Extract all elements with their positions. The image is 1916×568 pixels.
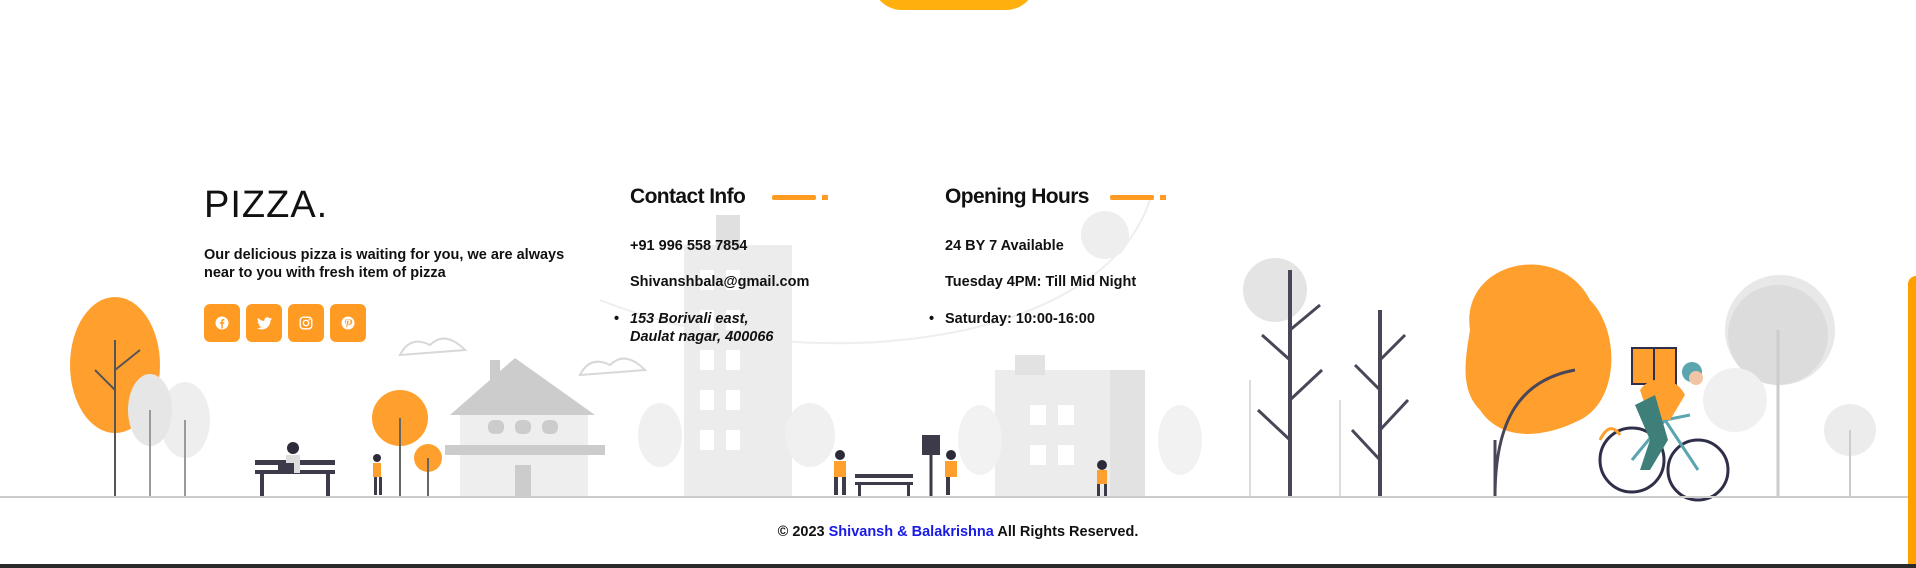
bottom-border: [0, 564, 1916, 568]
address-line-2: Daulat nagar, 400066: [630, 329, 774, 345]
brand-tagline: Our delicious pizza is waiting for you, …: [204, 247, 565, 281]
scrollbar-strip: [1908, 276, 1916, 568]
facebook-button[interactable]: [204, 304, 240, 342]
hours-line-1: 24 BY 7 Available: [945, 238, 1064, 254]
twitter-button[interactable]: [246, 304, 282, 342]
social-links: [204, 304, 366, 342]
facebook-icon: [215, 316, 229, 330]
pinterest-icon: [341, 316, 355, 330]
hours-line-2: Tuesday 4PM: Till Mid Night: [945, 274, 1137, 290]
contact-address: • 153 Borivali east, Daulat nagar, 40006…: [614, 310, 774, 346]
authors-link[interactable]: Shivansh & Balakrishna: [829, 524, 994, 540]
copyright-prefix: © 2023: [777, 524, 825, 540]
hours-line-3-text: Saturday: 10:00-16:00: [945, 311, 1095, 327]
bullet: •: [614, 311, 620, 327]
hours-line-3: • Saturday: 10:00-16:00: [929, 311, 1095, 327]
instagram-icon: [299, 316, 313, 330]
twitter-icon: [256, 316, 272, 329]
copyright: © 2023 Shivansh & Balakrishna All Rights…: [0, 524, 1916, 540]
bullet: •: [929, 311, 935, 327]
contact-title: Contact Info: [630, 185, 746, 208]
address-line-1: 153 Borivali east,: [630, 311, 749, 327]
instagram-button[interactable]: [288, 304, 324, 342]
contact-email[interactable]: Shivanshbala@gmail.com: [630, 274, 809, 290]
hours-title: Opening Hours: [945, 185, 1089, 208]
brand-logo: PIZZA.: [204, 184, 329, 226]
pinterest-button[interactable]: [330, 304, 366, 342]
contact-phone[interactable]: +91 996 558 7854: [630, 238, 747, 254]
copyright-suffix: All Rights Reserved.: [997, 524, 1139, 540]
